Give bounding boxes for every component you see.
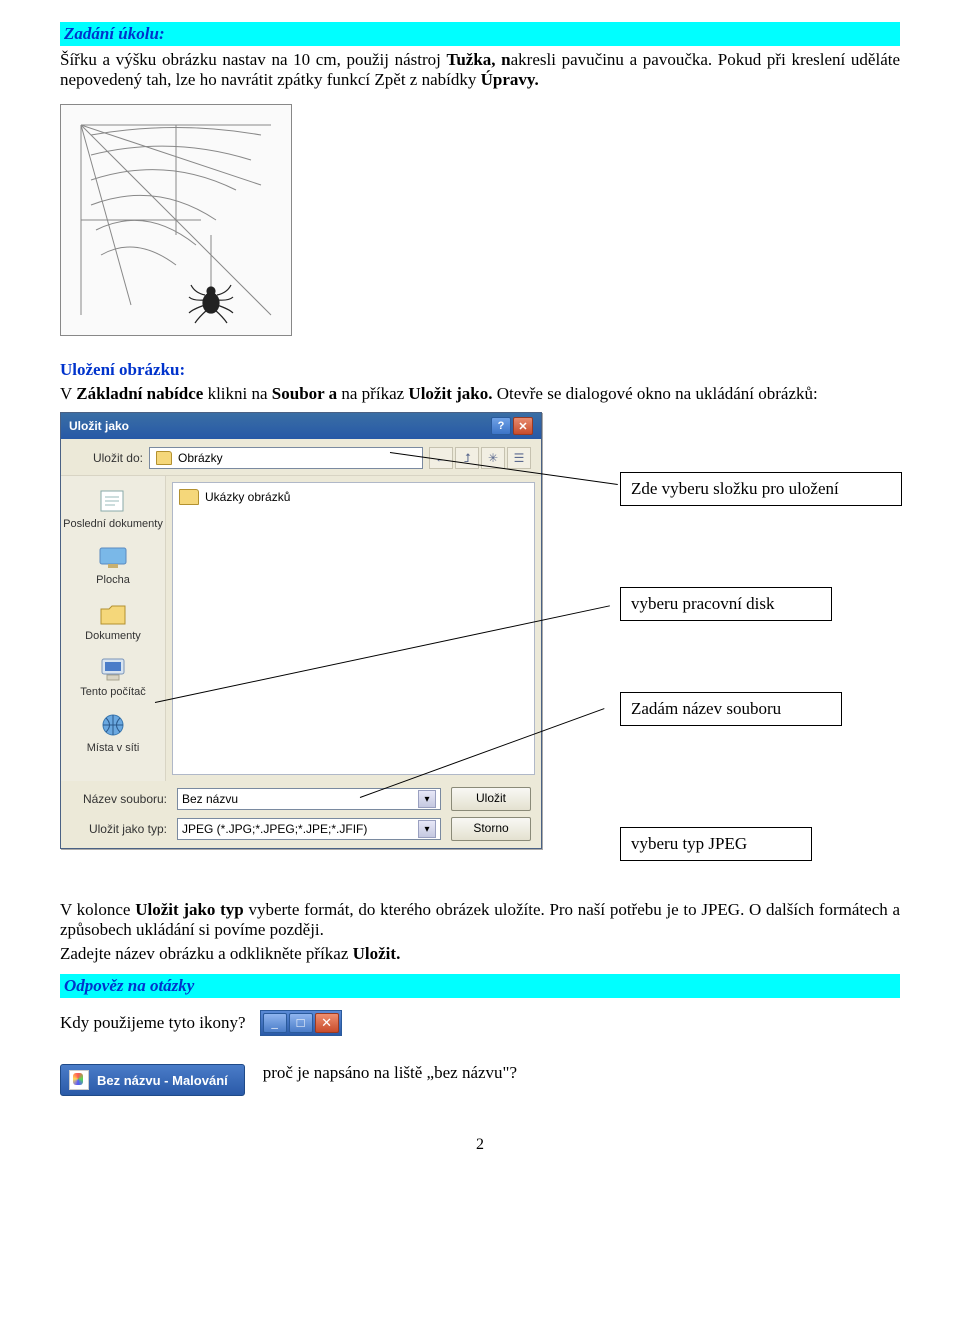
- computer-icon: [96, 654, 130, 684]
- places-bar: Poslední dokumenty Plocha Dokumenty: [61, 476, 166, 781]
- chevron-down-icon[interactable]: ▾: [418, 790, 436, 808]
- callout-folder-select: Zde vyberu složku pro uložení: [620, 472, 902, 506]
- callout-filetype: vyberu typ JPEG: [620, 827, 812, 861]
- cancel-button[interactable]: Storno: [451, 817, 531, 841]
- up-one-level-icon[interactable]: ⮥: [455, 447, 479, 469]
- taskbar-button-label: Bez názvu - Malování: [97, 1073, 228, 1088]
- after-dialog-p2: Zadejte název obrázku a odklikněte příka…: [60, 944, 900, 964]
- close-icon[interactable]: ✕: [315, 1013, 339, 1033]
- minimize-icon[interactable]: _: [263, 1013, 287, 1033]
- place-mydocs[interactable]: Dokumenty: [63, 594, 163, 646]
- views-icon[interactable]: ☰: [507, 447, 531, 469]
- question-2-text: proč je napsáno na liště „bez názvu"?: [263, 1063, 517, 1083]
- save-as-dialog: Uložit jako ? ✕ Uložit do: Obrázky ← ⮥ ✳…: [60, 412, 542, 849]
- save-dialog-area: Uložit jako ? ✕ Uložit do: Obrázky ← ⮥ ✳…: [60, 412, 900, 882]
- dialog-lookin-row: Uložit do: Obrázky ← ⮥ ✳ ☰: [61, 439, 541, 476]
- folder-icon: [156, 451, 172, 465]
- documents-icon: [96, 598, 130, 628]
- dialog-title: Uložit jako: [69, 419, 129, 433]
- maximize-icon[interactable]: □: [289, 1013, 313, 1033]
- paint-app-icon: [69, 1070, 89, 1090]
- task-heading: Zadání úkolu:: [64, 24, 165, 43]
- lookin-combo[interactable]: Obrázky: [149, 447, 423, 469]
- dialog-body: Poslední dokumenty Plocha Dokumenty: [61, 476, 541, 781]
- question-1-row: Kdy použijeme tyto ikony? _ □ ✕: [60, 1010, 900, 1036]
- close-icon[interactable]: ✕: [513, 417, 533, 435]
- dialog-titlebar: Uložit jako ? ✕: [61, 413, 541, 439]
- dialog-bottom-row: Název souboru: Bez názvu ▾ Uložit Uložit…: [61, 781, 541, 851]
- task-body: Šířku a výšku obrázku nastav na 10 cm, p…: [60, 50, 900, 90]
- callout-working-disk: vyberu pracovní disk: [620, 587, 832, 621]
- recent-docs-icon: [96, 486, 130, 516]
- file-listing[interactable]: Ukázky obrázků: [172, 482, 535, 775]
- taskbar-button[interactable]: Bez názvu - Malování: [60, 1064, 245, 1096]
- folder-icon: [179, 489, 199, 505]
- filetype-value: JPEG (*.JPG;*.JPEG;*.JPE;*.JFIF): [182, 822, 367, 836]
- page-number: 2: [60, 1136, 900, 1154]
- filename-label: Název souboru:: [71, 792, 167, 806]
- save-heading: Uložení obrázku:: [60, 360, 900, 380]
- place-mycomputer[interactable]: Tento počítač: [63, 650, 163, 702]
- filetype-combo[interactable]: JPEG (*.JPG;*.JPEG;*.JPE;*.JFIF) ▾: [177, 818, 441, 840]
- list-item[interactable]: Ukázky obrázků: [179, 489, 528, 505]
- network-icon: [96, 710, 130, 740]
- filename-value: Bez názvu: [182, 792, 238, 806]
- lookin-label: Uložit do:: [71, 451, 143, 465]
- question-2-row: Bez názvu - Malování proč je napsáno na …: [60, 1050, 900, 1096]
- desktop-icon: [96, 542, 130, 572]
- window-control-buttons: _ □ ✕: [260, 1010, 342, 1036]
- place-network[interactable]: Místa v síti: [63, 706, 163, 758]
- place-desktop[interactable]: Plocha: [63, 538, 163, 590]
- chevron-down-icon[interactable]: ▾: [418, 820, 436, 838]
- filetype-label: Uložit jako typ:: [71, 822, 167, 836]
- save-button[interactable]: Uložit: [451, 787, 531, 811]
- lookin-value: Obrázky: [178, 451, 223, 465]
- folder-item-label: Ukázky obrázků: [205, 490, 290, 504]
- save-intro: V Základní nabídce klikni na Soubor a na…: [60, 384, 900, 404]
- after-dialog-p1: V kolonce Uložit jako typ vyberte formát…: [60, 900, 900, 940]
- questions-heading: Odpověz na otázky: [64, 976, 194, 995]
- question-1-text: Kdy použijeme tyto ikony?: [60, 1013, 246, 1033]
- task-heading-banner: Zadání úkolu:: [60, 22, 900, 46]
- questions-banner: Odpověz na otázky: [60, 974, 900, 998]
- filename-input[interactable]: Bez názvu ▾: [177, 788, 441, 810]
- dialog-title-buttons: ? ✕: [491, 417, 533, 435]
- callout-filename: Zadám název souboru: [620, 692, 842, 726]
- place-recent[interactable]: Poslední dokumenty: [63, 482, 163, 534]
- help-icon[interactable]: ?: [491, 417, 511, 435]
- spider-drawing: [60, 104, 292, 336]
